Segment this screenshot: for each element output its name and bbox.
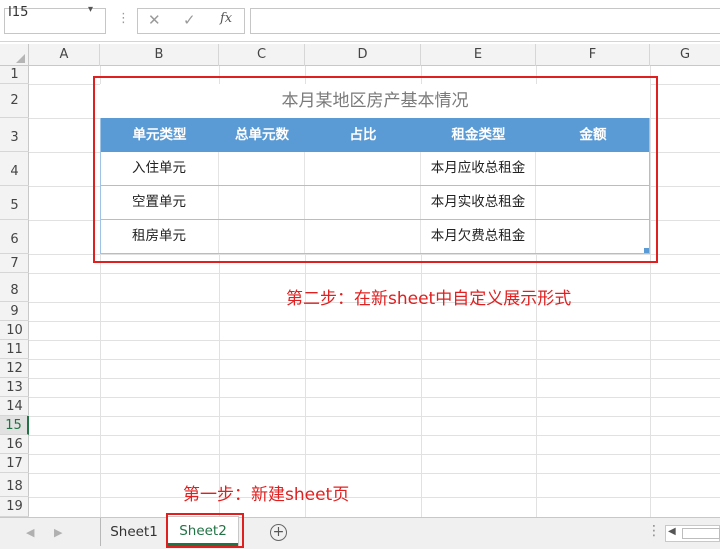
- row-header[interactable]: 9: [0, 302, 29, 321]
- row-header[interactable]: 4: [0, 152, 29, 186]
- row-header[interactable]: 16: [0, 435, 29, 454]
- column-header-g[interactable]: G: [650, 44, 720, 66]
- column-headers: A B C D E F G: [0, 44, 720, 66]
- row-header[interactable]: 13: [0, 378, 29, 397]
- row-header[interactable]: 5: [0, 186, 29, 220]
- tab-sheet1[interactable]: Sheet1: [100, 518, 168, 546]
- drag-handle-icon[interactable]: ⋮: [117, 11, 130, 26]
- row-header[interactable]: 1: [0, 66, 29, 84]
- annotation-box-tab: [166, 513, 244, 548]
- row-header[interactable]: 19: [0, 497, 29, 517]
- row-header[interactable]: 14: [0, 397, 29, 416]
- row-header[interactable]: 11: [0, 340, 29, 359]
- tab-scroll-left-icon[interactable]: ◀: [26, 526, 34, 539]
- name-box-value: I15: [8, 5, 29, 20]
- row-header[interactable]: 18: [0, 473, 29, 497]
- column-header-b[interactable]: B: [100, 44, 219, 66]
- annotation-box-table: [93, 76, 658, 263]
- row-header[interactable]: 7: [0, 254, 29, 273]
- formula-input[interactable]: [250, 8, 720, 34]
- column-header-f[interactable]: F: [536, 44, 650, 66]
- tab-splitter-icon[interactable]: ⋮: [647, 523, 661, 539]
- row-header[interactable]: 17: [0, 454, 29, 473]
- row-header[interactable]: 12: [0, 359, 29, 378]
- tab-scroll-right-icon[interactable]: ▶: [54, 526, 62, 539]
- chevron-down-icon[interactable]: ▾: [88, 4, 93, 15]
- cancel-icon[interactable]: ✕: [148, 11, 161, 29]
- annotation-step2: 第二步：在新sheet中自定义展示形式: [286, 289, 572, 309]
- select-all-icon: [16, 54, 25, 63]
- row-headers: 1 2 3 4 5 6 7 8 9 10 11 12 13 14 15 16 1…: [0, 66, 29, 517]
- column-header-c[interactable]: C: [219, 44, 305, 66]
- enter-icon[interactable]: ✓: [183, 11, 196, 29]
- column-header-a[interactable]: A: [29, 44, 100, 66]
- row-header[interactable]: 10: [0, 321, 29, 340]
- row-header[interactable]: 8: [0, 273, 29, 302]
- column-header-d[interactable]: D: [305, 44, 421, 66]
- scrollbar-thumb[interactable]: [682, 528, 720, 539]
- row-header[interactable]: 2: [0, 84, 29, 118]
- column-header-e[interactable]: E: [421, 44, 536, 66]
- annotation-step1: 第一步：新建sheet页: [183, 485, 350, 505]
- row-header[interactable]: 6: [0, 220, 29, 254]
- row-header[interactable]: 3: [0, 118, 29, 152]
- scroll-left-icon[interactable]: ◀: [668, 526, 676, 537]
- add-sheet-icon[interactable]: +: [270, 524, 287, 541]
- insert-function-icon[interactable]: fx: [220, 11, 232, 26]
- row-header-active[interactable]: 15: [0, 416, 29, 435]
